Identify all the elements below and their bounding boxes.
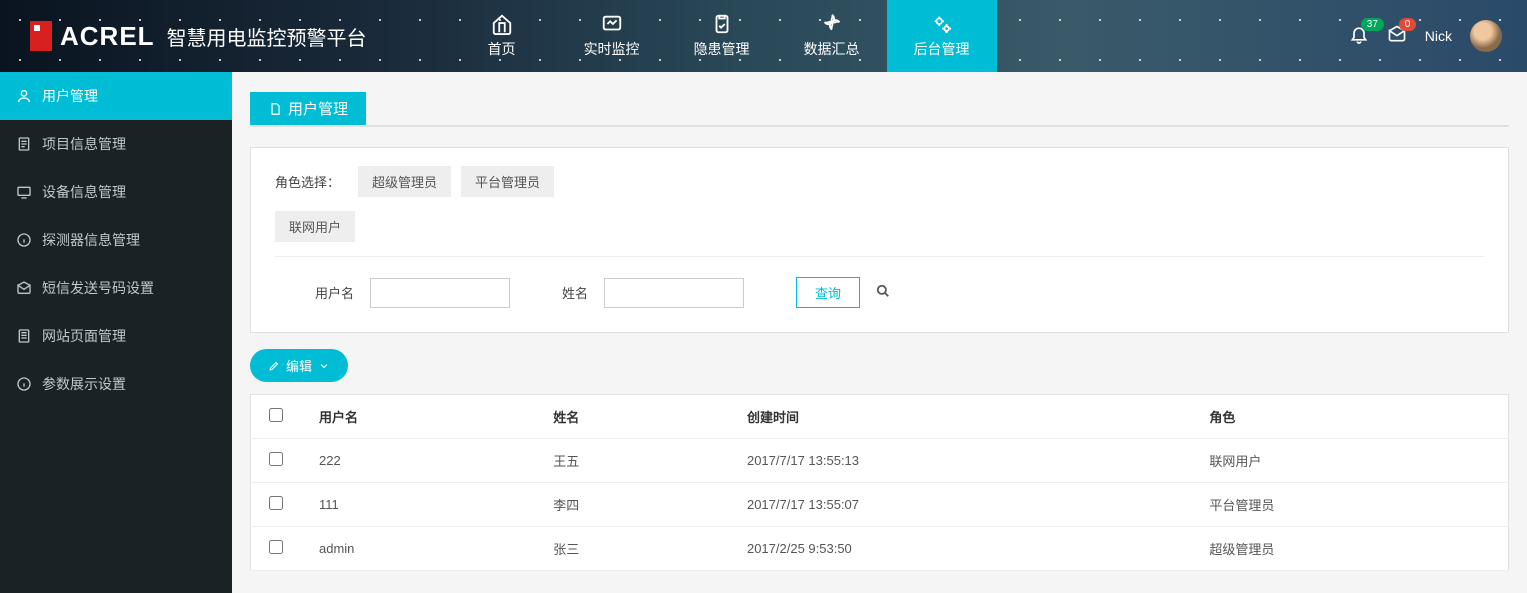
nav-home[interactable]: 首页 — [447, 0, 557, 72]
sidebar-item-label: 设备信息管理 — [42, 182, 126, 202]
col-name: 姓名 — [535, 395, 729, 439]
sidebar-item-devices[interactable]: 设备信息管理 — [0, 168, 232, 216]
header-right: 37 0 Nick — [1349, 20, 1527, 52]
sidebar-item-params[interactable]: 参数展示设置 — [0, 360, 232, 408]
filter-panel: 角色选择： 超级管理员 平台管理员 联网用户 用户名 姓名 查询 — [250, 147, 1509, 333]
gears-icon — [931, 13, 953, 35]
cell-name: 李四 — [535, 483, 729, 527]
chevron-down-icon — [318, 360, 330, 372]
col-created: 创建时间 — [729, 395, 1191, 439]
sidebar-item-label: 网站页面管理 — [42, 326, 126, 346]
col-username: 用户名 — [301, 395, 535, 439]
monitor-icon — [601, 13, 623, 35]
nav-data[interactable]: 数据汇总 — [777, 0, 887, 72]
cell-username: 111 — [301, 483, 535, 527]
sidebar-item-label: 用户管理 — [42, 86, 98, 106]
col-role: 角色 — [1191, 395, 1508, 439]
row-checkbox[interactable] — [269, 452, 283, 466]
cell-username: admin — [301, 527, 535, 571]
name-label: 姓名 — [562, 283, 588, 302]
nav-admin[interactable]: 后台管理 — [887, 0, 997, 72]
sidebar-item-label: 探测器信息管理 — [42, 230, 140, 250]
page-title-text: 用户管理 — [288, 98, 348, 119]
divider — [275, 256, 1484, 257]
notifications-mail[interactable]: 0 — [1387, 24, 1407, 49]
info-icon — [16, 376, 32, 392]
sidebar-item-sms[interactable]: 短信发送号码设置 — [0, 264, 232, 312]
username-input[interactable] — [370, 278, 510, 308]
app-title: 智慧用电监控预警平台 — [167, 22, 367, 51]
nav-label: 隐患管理 — [694, 39, 750, 59]
home-icon — [491, 13, 513, 35]
nav-monitor[interactable]: 实时监控 — [557, 0, 667, 72]
pinwheel-icon — [821, 13, 843, 35]
pencil-icon — [268, 360, 280, 372]
role-filter-row-2: 联网用户 — [275, 211, 1484, 242]
row-checkbox[interactable] — [269, 496, 283, 510]
edit-button-label: 编辑 — [286, 356, 312, 375]
cell-created: 2017/2/25 9:53:50 — [729, 527, 1191, 571]
sidebar-item-label: 参数展示设置 — [42, 374, 126, 394]
nav-label: 后台管理 — [914, 39, 970, 59]
sidebar-item-projects[interactable]: 项目信息管理 — [0, 120, 232, 168]
cell-username: 222 — [301, 439, 535, 483]
role-filter-label: 角色选择： — [275, 172, 340, 191]
role-chip-network[interactable]: 联网用户 — [275, 211, 355, 242]
top-nav: 首页 实时监控 隐患管理 数据汇总 后台管理 — [447, 0, 997, 72]
users-table: 用户名 姓名 创建时间 角色 222王五2017/7/17 13:55:13联网… — [250, 394, 1509, 571]
cell-role: 平台管理员 — [1191, 483, 1508, 527]
table-row[interactable]: 111李四2017/7/17 13:55:07平台管理员 — [251, 483, 1509, 527]
sidebar: 用户管理 项目信息管理 设备信息管理 探测器信息管理 短信发送号码设置 网站页面… — [0, 72, 232, 593]
search-row: 用户名 姓名 查询 — [275, 271, 1484, 314]
table-row[interactable]: admin张三2017/2/25 9:53:50超级管理员 — [251, 527, 1509, 571]
mail-icon — [16, 280, 32, 296]
cell-role: 联网用户 — [1191, 439, 1508, 483]
user-name[interactable]: Nick — [1425, 28, 1452, 44]
nav-label: 首页 — [488, 39, 516, 59]
search-icon[interactable] — [876, 284, 890, 301]
sidebar-item-pages[interactable]: 网站页面管理 — [0, 312, 232, 360]
clipboard-icon — [711, 13, 733, 35]
sidebar-item-label: 短信发送号码设置 — [42, 278, 154, 298]
main-content: 用户管理 角色选择： 超级管理员 平台管理员 联网用户 用户名 姓名 查询 编辑 — [232, 72, 1527, 591]
edit-button[interactable]: 编辑 — [250, 349, 348, 382]
select-all-checkbox[interactable] — [269, 408, 283, 422]
notifications-bell[interactable]: 37 — [1349, 24, 1369, 49]
sidebar-item-label: 项目信息管理 — [42, 134, 126, 154]
row-checkbox[interactable] — [269, 540, 283, 554]
mail-badge: 0 — [1399, 18, 1417, 31]
user-icon — [16, 88, 32, 104]
table-header-row: 用户名 姓名 创建时间 角色 — [251, 395, 1509, 439]
query-button[interactable]: 查询 — [796, 277, 860, 308]
bell-badge: 37 — [1361, 18, 1384, 31]
table-row[interactable]: 222王五2017/7/17 13:55:13联网用户 — [251, 439, 1509, 483]
page-title-bar: 用户管理 — [250, 92, 1509, 127]
logo-block: ACREL 智慧用电监控预警平台 — [0, 21, 387, 52]
doc-icon — [268, 102, 282, 116]
page-title: 用户管理 — [250, 92, 366, 125]
top-header: ACREL 智慧用电监控预警平台 首页 实时监控 隐患管理 数据汇总 后台管理 … — [0, 0, 1527, 72]
logo-icon — [30, 21, 52, 51]
screen-icon — [16, 184, 32, 200]
nav-label: 实时监控 — [584, 39, 640, 59]
cell-created: 2017/7/17 13:55:13 — [729, 439, 1191, 483]
avatar[interactable] — [1470, 20, 1502, 52]
logo-text: ACREL — [60, 21, 155, 52]
cell-name: 张三 — [535, 527, 729, 571]
nav-hazard[interactable]: 隐患管理 — [667, 0, 777, 72]
file-icon — [16, 136, 32, 152]
role-filter-row: 角色选择： 超级管理员 平台管理员 — [275, 166, 1484, 197]
cell-role: 超级管理员 — [1191, 527, 1508, 571]
sidebar-item-sensors[interactable]: 探测器信息管理 — [0, 216, 232, 264]
name-input[interactable] — [604, 278, 744, 308]
cell-created: 2017/7/17 13:55:07 — [729, 483, 1191, 527]
role-chip-platform[interactable]: 平台管理员 — [461, 166, 554, 197]
cell-name: 王五 — [535, 439, 729, 483]
sidebar-item-users[interactable]: 用户管理 — [0, 72, 232, 120]
role-chip-super[interactable]: 超级管理员 — [358, 166, 451, 197]
username-label: 用户名 — [315, 283, 354, 302]
info-icon — [16, 232, 32, 248]
nav-label: 数据汇总 — [804, 39, 860, 59]
doc-icon — [16, 328, 32, 344]
